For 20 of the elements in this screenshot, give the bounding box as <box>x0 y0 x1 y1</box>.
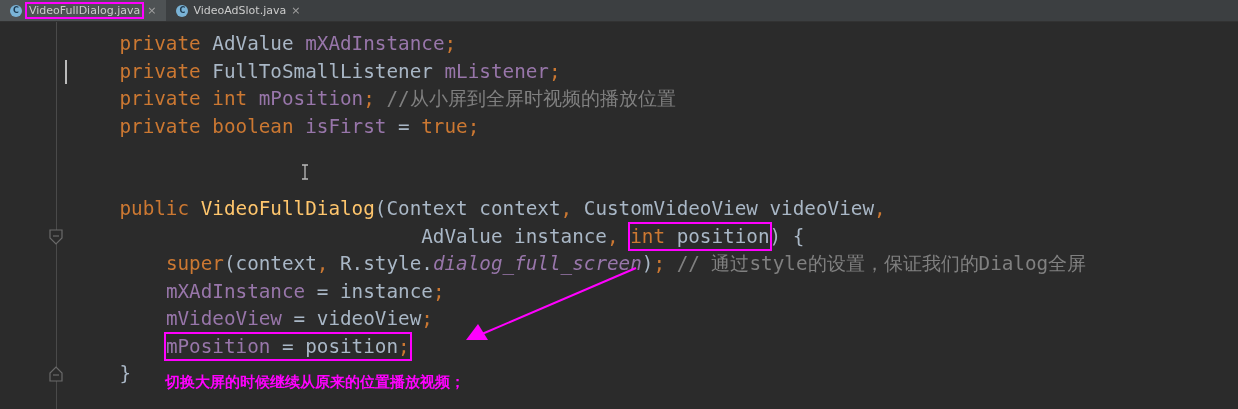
code-line: mVideoView = videoView; <box>164 306 433 332</box>
file-tab[interactable]: C VideoAdSlot.java × <box>166 0 311 21</box>
close-icon[interactable]: × <box>291 4 301 17</box>
annotation-text: 切换大屏的时候继续从原来的位置播放视频； <box>165 373 465 392</box>
code-line: private boolean isFirst = true; <box>118 113 480 140</box>
code-line: private FullToSmallListener mListener; <box>118 58 561 85</box>
code-line: AdValue instance, int position) { <box>73 222 805 250</box>
fold-marker-icon[interactable] <box>49 228 63 245</box>
file-tab[interactable]: C VideoFullDialog.java × <box>0 0 167 21</box>
fold-marker-icon[interactable] <box>49 366 63 382</box>
class-icon: C <box>10 4 22 17</box>
code-line: super(context, R.style.dialog_full_screen); // 通过style的设置，保证我们的Dialog全屏 <box>164 251 1087 277</box>
code-line: } <box>118 361 132 387</box>
code-line: mXAdInstance = instance; <box>164 278 445 305</box>
text-cursor-icon <box>301 164 309 180</box>
code-line: private AdValue mXAdInstance; <box>118 31 457 57</box>
code-line: public VideoFullDialog(Context context, CustomVideoView videoView, <box>118 196 886 222</box>
close-icon[interactable]: × <box>147 4 157 17</box>
code-line: private int mPosition; //从小屏到全屏时视频的播放位置 <box>118 86 676 112</box>
class-icon: C <box>176 4 189 17</box>
